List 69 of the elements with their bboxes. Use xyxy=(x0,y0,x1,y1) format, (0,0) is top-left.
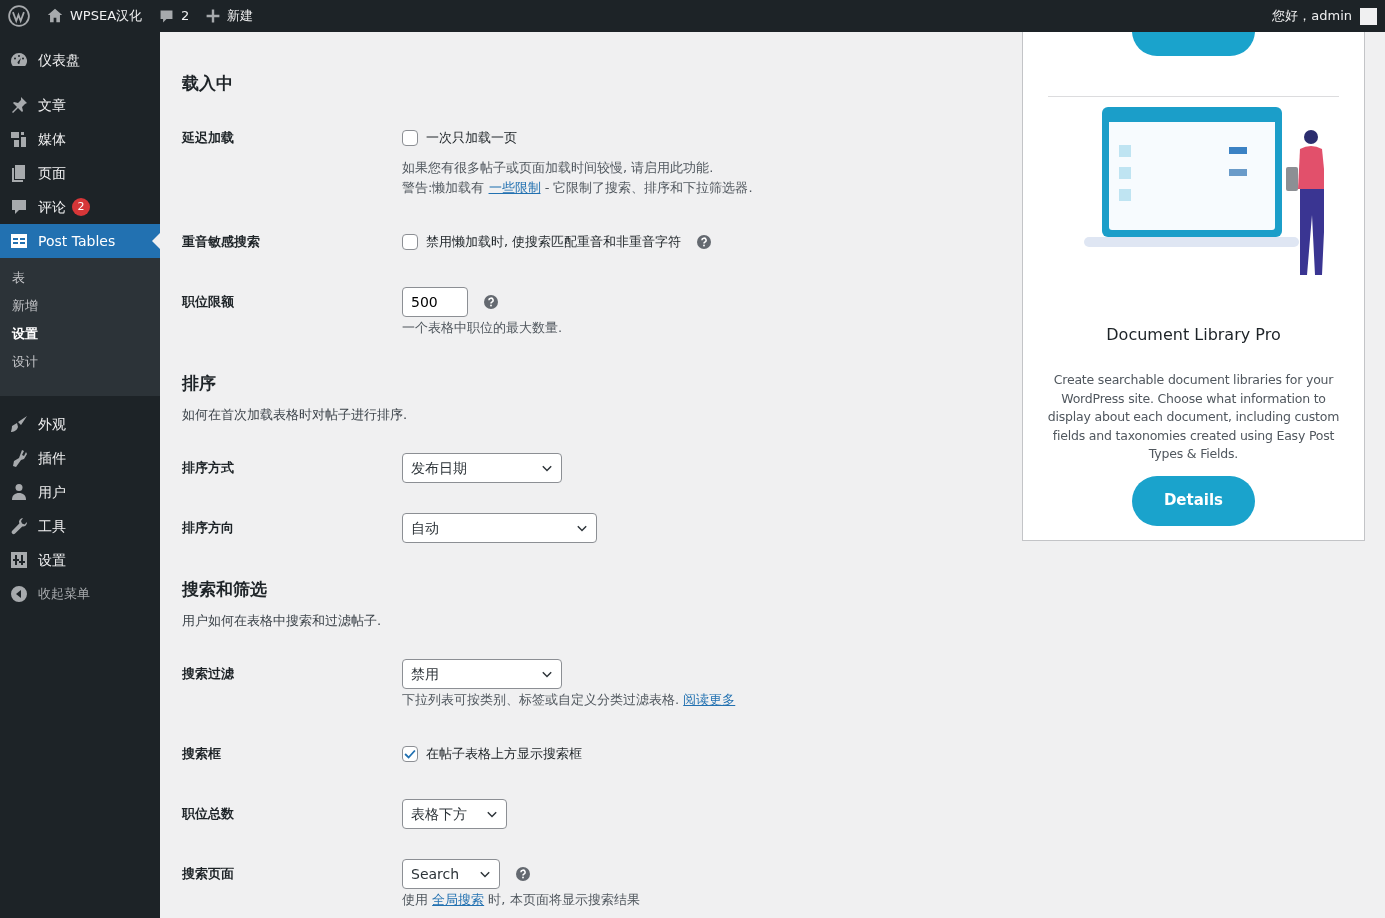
checkbox[interactable] xyxy=(402,234,418,250)
help-text: 使用 全局搜索 时, 本页面将显示搜索结果 xyxy=(402,891,640,909)
site-name[interactable]: WPSEA汉化 xyxy=(70,6,143,26)
plus-icon[interactable] xyxy=(205,8,222,24)
home-icon xyxy=(46,7,64,25)
logo-icon[interactable] xyxy=(8,5,30,27)
checkbox[interactable] xyxy=(402,130,418,146)
wrench-icon xyxy=(9,516,29,536)
comment-count: 2 xyxy=(181,7,190,26)
promo-text: Create searchable document libraries for your WordPress site. Choose what information to display about each document, including custom fields and taxonomies created using Easy Post Types & Fields. xyxy=(1046,371,1341,463)
submenu-item[interactable]: 设计 xyxy=(0,348,160,376)
help-text: 一个表格中职位的最大数量. xyxy=(402,319,563,337)
select-field[interactable]: Search xyxy=(402,859,500,889)
field-label: 职位总数 xyxy=(182,805,235,823)
select-field[interactable]: 禁用 xyxy=(402,659,562,689)
menu-item[interactable]: Post Tables xyxy=(0,224,160,258)
section-description: 如何在首次加载表格时对帖子进行排序. xyxy=(182,406,409,424)
checkbox-label: 在帖子表格上方显示搜索框 xyxy=(426,745,582,764)
number-field[interactable]: 500 xyxy=(402,287,468,317)
table-icon xyxy=(9,231,29,251)
menu-item[interactable]: 插件 xyxy=(0,441,160,475)
sliders-icon xyxy=(9,550,29,570)
comment-icon xyxy=(9,197,29,217)
select-field[interactable]: 自动 xyxy=(402,513,597,543)
collapse-icon xyxy=(9,584,29,604)
select-field[interactable]: 发布日期 xyxy=(402,453,562,483)
new-link[interactable]: 新建 xyxy=(227,6,254,26)
help-link[interactable]: 阅读更多 xyxy=(683,692,736,707)
menu-item[interactable]: 工具 xyxy=(0,509,160,543)
field-label: 搜索过滤 xyxy=(182,665,235,683)
menu-item[interactable]: 媒体 xyxy=(0,122,160,156)
field-label: 搜索页面 xyxy=(182,865,235,883)
menu-item[interactable]: 外观 xyxy=(0,407,160,441)
submenu-item[interactable]: 设置 xyxy=(0,320,160,348)
media-icon xyxy=(9,129,29,149)
count-badge: 2 xyxy=(72,198,90,216)
section-title: 载入中 xyxy=(182,72,234,94)
section-description: 用户如何在表格中搜索和过滤帖子. xyxy=(182,612,383,630)
menu-item[interactable]: 评论 2 xyxy=(0,190,160,224)
field-label: 重音敏感搜索 xyxy=(182,233,261,251)
checkbox[interactable] xyxy=(402,746,418,762)
help-text: 警告:懒加载有 一些限制 - 它限制了搜索、排序和下拉筛选器. xyxy=(402,179,753,197)
menu-item[interactable]: 设置 xyxy=(0,543,160,577)
field-label: 延迟加载 xyxy=(182,129,235,147)
field-label: 职位限额 xyxy=(182,293,235,311)
menu-item[interactable]: 仪表盘 xyxy=(0,43,160,77)
help-text: 如果您有很多帖子或页面加载时间较慢, 请启用此功能. xyxy=(402,159,715,177)
promo-title: Document Library Pro xyxy=(1105,324,1282,346)
checkbox-label: 禁用懒加载时, 使搜索匹配重音和非重音字符 xyxy=(426,233,682,252)
avatar-icon[interactable] xyxy=(1360,7,1377,25)
menu-item[interactable]: 文章 xyxy=(0,88,160,122)
field-label: 搜索框 xyxy=(182,745,222,763)
menu-item[interactable]: 收起菜单 xyxy=(0,577,160,611)
menu-item[interactable]: 用户 xyxy=(0,475,160,509)
help-text: 下拉列表可按类别、标签或自定义分类过滤表格. 阅读更多 xyxy=(402,691,736,709)
select-field[interactable]: 表格下方 xyxy=(402,799,507,829)
help-link[interactable]: 全局搜索 xyxy=(432,892,485,907)
submenu-item[interactable]: 新增 xyxy=(0,292,160,320)
user-icon xyxy=(9,482,29,502)
menu-item[interactable]: 页面 xyxy=(0,156,160,190)
help-link[interactable]: 一些限制 xyxy=(488,180,541,195)
section-title: 搜索和筛选 xyxy=(182,578,268,600)
checkbox-label: 一次只加载一页 xyxy=(426,129,517,148)
submenu-item[interactable]: 表 xyxy=(0,264,160,292)
brush-icon xyxy=(9,414,29,434)
section-title: 排序 xyxy=(182,372,217,394)
field-label: 排序方向 xyxy=(182,519,235,537)
greeting-text[interactable]: 您好，admin xyxy=(1272,6,1352,26)
field-label: 排序方式 xyxy=(182,459,235,477)
